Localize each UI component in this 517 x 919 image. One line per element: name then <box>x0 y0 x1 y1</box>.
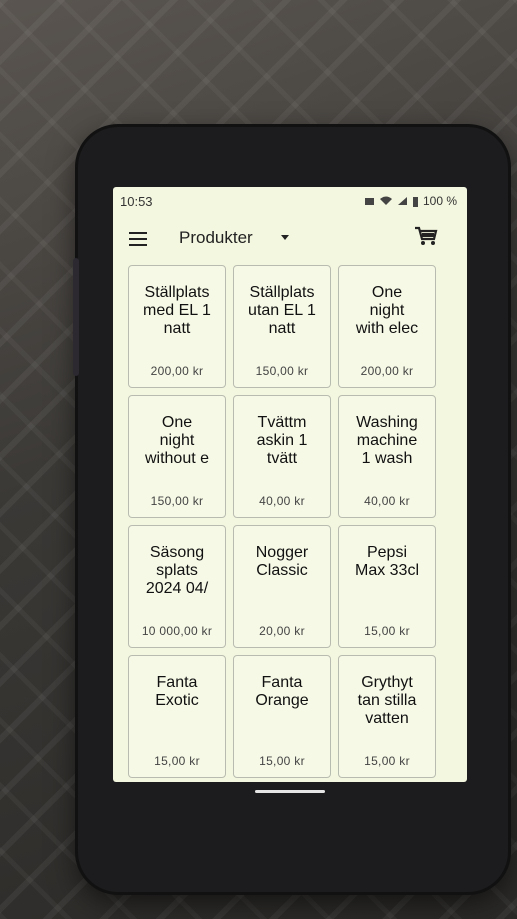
product-name: One night with elec <box>355 284 419 337</box>
home-gesture-bar[interactable] <box>255 790 325 793</box>
product-tile[interactable]: Tvättm askin 1 tvätt 40,00 kr <box>233 395 331 518</box>
product-price: 20,00 kr <box>259 624 305 638</box>
product-tile[interactable]: One night without e 150,00 kr <box>128 395 226 518</box>
status-bar: 10:53 100 % <box>113 187 467 215</box>
product-name: Washing machine 1 wash <box>356 414 418 467</box>
product-price: 200,00 kr <box>150 364 204 378</box>
product-name: Grythyt tan stilla vatten <box>357 674 417 727</box>
product-price: 40,00 kr <box>259 494 305 508</box>
product-name: Säsong splats 2024 04/ <box>145 544 209 597</box>
page-title[interactable]: Produkter <box>179 228 253 248</box>
product-name: Pepsi Max 33cl <box>354 544 420 579</box>
status-icons: 100 % <box>364 194 457 208</box>
product-name: One night without e <box>144 414 210 467</box>
product-price: 15,00 kr <box>259 754 305 768</box>
product-name: Tvättm askin 1 tvätt <box>256 414 308 467</box>
product-name: Ställplats med EL 1 natt <box>143 284 211 337</box>
product-tile[interactable]: Ställplats utan EL 1 natt 150,00 kr <box>233 265 331 388</box>
product-price: 40,00 kr <box>364 494 410 508</box>
product-price: 15,00 kr <box>364 624 410 638</box>
product-name: Fanta Orange <box>255 674 309 709</box>
product-tile[interactable]: Ställplats med EL 1 natt 200,00 kr <box>128 265 226 388</box>
product-tile[interactable]: Fanta Exotic 15,00 kr <box>128 655 226 778</box>
product-tile[interactable]: Nogger Classic 20,00 kr <box>233 525 331 648</box>
product-tile[interactable]: Säsong splats 2024 04/ 10 000,00 kr <box>128 525 226 648</box>
notification-icon <box>364 198 374 205</box>
product-tile[interactable]: One night with elec 200,00 kr <box>338 265 436 388</box>
battery-icon <box>412 196 418 207</box>
product-tile[interactable]: Pepsi Max 33cl 15,00 kr <box>338 525 436 648</box>
battery-level: 100 % <box>422 194 457 208</box>
product-price: 10 000,00 kr <box>141 624 213 638</box>
product-price: 150,00 kr <box>255 364 309 378</box>
product-tile[interactable]: Grythyt tan stilla vatten 15,00 kr <box>338 655 436 778</box>
side-button <box>73 258 79 376</box>
product-name: Ställplats utan EL 1 natt <box>248 284 316 337</box>
product-name: Fanta Exotic <box>155 674 199 709</box>
product-price: 15,00 kr <box>154 754 200 768</box>
product-tile[interactable]: Washing machine 1 wash 40,00 kr <box>338 395 436 518</box>
wifi-icon <box>379 196 392 205</box>
signal-icon <box>397 197 407 205</box>
chevron-down-icon[interactable] <box>281 235 289 240</box>
product-price: 200,00 kr <box>360 364 414 378</box>
app-screen: 10:53 100 % Produkter Ställplats med EL … <box>113 187 467 782</box>
status-time: 10:53 <box>120 193 153 209</box>
app-bar: Produkter <box>113 219 467 259</box>
product-tile[interactable]: Fanta Orange 15,00 kr <box>233 655 331 778</box>
cart-icon[interactable] <box>413 224 439 248</box>
product-price: 15,00 kr <box>364 754 410 768</box>
product-price: 150,00 kr <box>150 494 204 508</box>
product-name: Nogger Classic <box>255 544 309 579</box>
menu-icon[interactable] <box>129 232 147 246</box>
